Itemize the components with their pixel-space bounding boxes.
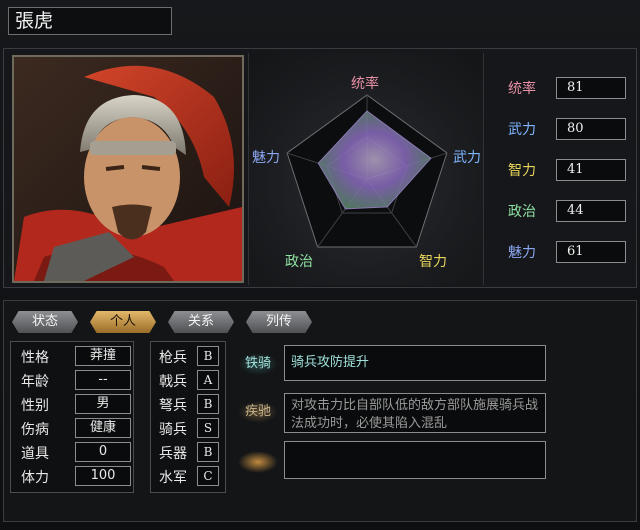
aptitude-value: A: [197, 370, 219, 390]
personal-label: 体力: [21, 470, 49, 486]
stat-value: 41: [556, 159, 626, 181]
personal-label: 伤病: [21, 422, 49, 438]
skill-tag: 疾驰: [238, 401, 278, 423]
personal-label: 性别: [21, 398, 49, 414]
aptitude-value: B: [197, 442, 219, 462]
tab-relations[interactable]: 关系: [168, 311, 234, 333]
aptitude-value: C: [197, 466, 219, 486]
tab-personal[interactable]: 个人: [90, 311, 156, 333]
aptitude-label: 弩兵: [159, 398, 187, 414]
ability-radar-chart: 统率 武力 智力 政治 魅力: [248, 53, 484, 285]
skills-box: 铁骑 骑兵攻防提升 疾驰 对攻击力比自部队低的敌方部队施展骑兵战法成功时，必使其…: [230, 341, 552, 493]
stat-label: 统率: [508, 81, 536, 97]
radar-label-wuli: 武力: [453, 150, 481, 166]
personal-value: 健康: [75, 418, 131, 438]
troop-aptitude-box: 枪兵 B 戟兵 A 弩兵 B 骑兵 S 兵器 B 水军 C: [150, 341, 226, 493]
personal-label: 道具: [21, 446, 49, 462]
personal-value: 0: [75, 442, 131, 462]
stats-panel: 统率 武力 智力 政治 魅力 统率 81 武力 80 智力 41 政治 44 魅…: [3, 48, 637, 288]
radar-label-zhengzhi: 政治: [285, 254, 313, 270]
tab-status[interactable]: 状态: [12, 311, 78, 333]
skill-tag: [238, 451, 278, 473]
stat-list: 统率 81 武力 80 智力 41 政治 44 魅力 61: [488, 53, 634, 285]
aptitude-value: S: [197, 418, 219, 438]
character-info-window: 張虎 统率 武力 智力 政治 魅力 统率 81 武力 80 智力 41 政治 4…: [0, 0, 640, 530]
aptitude-label: 骑兵: [159, 422, 187, 438]
skill-description: 骑兵攻防提升: [284, 345, 546, 381]
aptitude-label: 水军: [159, 470, 187, 486]
radar-label-zhili: 智力: [419, 254, 447, 270]
aptitude-label: 戟兵: [159, 374, 187, 390]
detail-panel: 状态 个人 关系 列传 性格 莽撞 年龄 -- 性别 男 伤病 健康 道具 0 …: [3, 300, 637, 522]
skill-description: [284, 441, 546, 479]
personal-value: 男: [75, 394, 131, 414]
personal-value: --: [75, 370, 131, 390]
stat-value: 44: [556, 200, 626, 222]
stat-label: 政治: [508, 204, 536, 220]
stat-row-zhengzhi: 政治 44: [500, 200, 630, 222]
stat-value: 80: [556, 118, 626, 140]
aptitude-label: 兵器: [159, 446, 187, 462]
stat-label: 武力: [508, 122, 536, 138]
personal-value: 100: [75, 466, 131, 486]
skill-description: 对攻击力比自部队低的敌方部队施展骑兵战法成功时，必使其陷入混乱: [284, 393, 546, 433]
stat-row-zhili: 智力 41: [500, 159, 630, 181]
personal-label: 性格: [21, 350, 49, 366]
stat-row-tongshuai: 统率 81: [500, 77, 630, 99]
personal-label: 年龄: [21, 374, 49, 390]
skill-tag: 铁骑: [238, 353, 278, 375]
stat-row-wuli: 武力 80: [500, 118, 630, 140]
aptitude-label: 枪兵: [159, 350, 187, 366]
stat-row-meili: 魅力 61: [500, 241, 630, 263]
radar-label-tongshuai: 统率: [351, 76, 379, 92]
tab-biography[interactable]: 列传: [246, 311, 312, 333]
aptitude-value: B: [197, 346, 219, 366]
personal-info-box: 性格 莽撞 年龄 -- 性别 男 伤病 健康 道具 0 体力 100: [10, 341, 134, 493]
character-name: 張虎: [8, 7, 172, 35]
stat-label: 智力: [508, 163, 536, 179]
radar-label-meili: 魅力: [252, 150, 280, 166]
stat-label: 魅力: [508, 245, 536, 261]
character-portrait: [12, 55, 244, 283]
personal-value: 莽撞: [75, 346, 131, 366]
stat-value: 81: [556, 77, 626, 99]
aptitude-value: B: [197, 394, 219, 414]
stat-value: 61: [556, 241, 626, 263]
